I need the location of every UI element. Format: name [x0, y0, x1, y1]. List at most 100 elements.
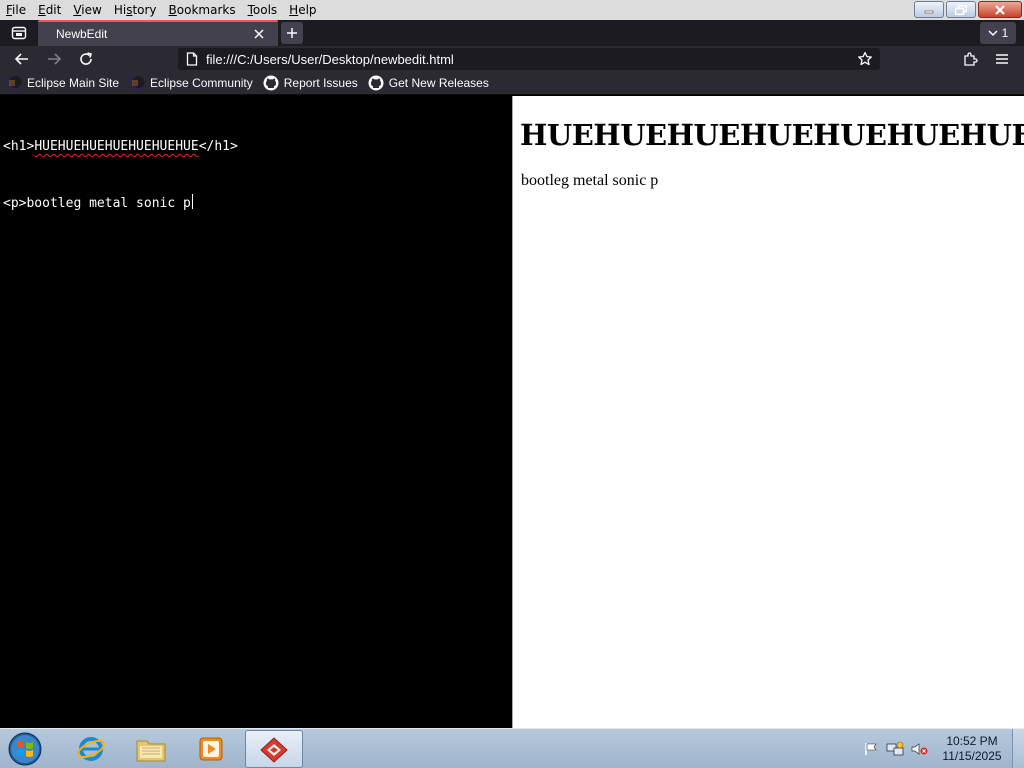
windows-start-orb-icon	[8, 732, 42, 766]
close-window-button[interactable]	[978, 1, 1022, 18]
menu-bookmarks[interactable]: Bookmarks	[163, 0, 242, 20]
tab-close-button[interactable]	[248, 23, 270, 45]
menu-bar: File Edit View History Bookmarks Tools H…	[0, 0, 323, 20]
menu-tools-label: ools	[252, 3, 278, 17]
start-button[interactable]	[5, 730, 45, 768]
firefox-view-button[interactable]	[8, 23, 30, 43]
title-menu-bar: File Edit View History Bookmarks Tools H…	[0, 0, 1024, 20]
github-icon	[368, 75, 384, 91]
restore-button[interactable]	[946, 1, 976, 18]
media-player-icon	[199, 737, 223, 761]
system-tray: 10:52 PM 11/15/2025	[860, 729, 1024, 768]
menu-help[interactable]: Help	[283, 0, 322, 20]
reload-icon	[80, 52, 92, 65]
url-text: file:///C:/Users/User/Desktop/newbedit.h…	[206, 51, 454, 67]
plus-icon	[287, 28, 297, 38]
menu-history[interactable]: History	[108, 0, 163, 20]
menu-tools[interactable]: Tools	[242, 0, 284, 20]
menu-history-pre: Hi	[113, 3, 127, 17]
menu-edit-accel: E	[38, 3, 46, 17]
menu-bookmarks-label: ookmarks	[176, 3, 236, 17]
clock-time: 10:52 PM	[946, 734, 998, 748]
bookmark-label: Eclipse Community	[150, 76, 253, 90]
bookmark-eclipse-community[interactable]: Eclipse Community	[129, 73, 253, 93]
system-clock[interactable]: 10:52 PM 11/15/2025	[932, 734, 1012, 764]
preview-heading: HUEHUEHUEHUEHUEHUEHUE	[520, 118, 1024, 152]
extensions-button[interactable]	[958, 48, 982, 70]
list-all-tabs-button[interactable]: 1	[980, 22, 1016, 44]
bookmark-eclipse-main-site[interactable]: Eclipse Main Site	[6, 73, 119, 93]
tab-count: 1	[1001, 26, 1009, 40]
menu-file-label: ile	[12, 3, 27, 17]
menu-help-accel: H	[289, 3, 299, 17]
github-icon	[263, 75, 279, 91]
clock-date: 11/15/2025	[942, 749, 1002, 763]
internet-explorer-icon	[77, 737, 105, 761]
close-icon	[254, 29, 264, 39]
taskbar-internet-explorer[interactable]	[62, 730, 120, 768]
menu-history-label: tory	[132, 3, 157, 17]
h1-content-text: HUEHUEHUEHUEHUEHUEHUE	[34, 139, 199, 154]
menu-edit-label: dit	[45, 3, 62, 17]
bookmarks-toolbar: Eclipse Main Site Eclipse Community Repo…	[0, 72, 1024, 95]
back-arrow-icon	[14, 53, 28, 65]
app-menu-button[interactable]	[990, 48, 1014, 70]
action-center-flag-icon[interactable]	[860, 738, 882, 760]
code-editor[interactable]: <h1>HUEHUEHUEHUEHUEHUEHUE</h1> <p>bootle…	[0, 96, 512, 728]
menu-bookmarks-accel: B	[168, 3, 177, 17]
editor-line-2: <p>bootleg metal sonic p	[3, 194, 509, 213]
reload-button[interactable]	[74, 48, 98, 70]
tab-title: NewbEdit	[56, 27, 108, 41]
taskbar-active-app[interactable]	[245, 730, 303, 768]
url-bar[interactable]: file:///C:/Users/User/Desktop/newbedit.h…	[178, 48, 880, 70]
show-desktop-button[interactable]	[1012, 729, 1024, 768]
navigation-bar: file:///C:/Users/User/Desktop/newbedit.h…	[0, 46, 1024, 72]
tab-newbedit[interactable]: NewbEdit	[38, 20, 278, 46]
paragraph-source-text: <p>bootleg metal sonic p	[3, 196, 191, 211]
h1-close-tag: </h1>	[198, 139, 238, 154]
folder-icon	[136, 740, 166, 762]
h1-open-tag: <h1>	[3, 139, 35, 154]
menu-view-label: iew	[81, 3, 102, 17]
live-preview-pane: HUEHUEHUEHUEHUEHUEHUE bootleg metal soni…	[512, 96, 1024, 728]
preview-paragraph: bootleg metal sonic p	[521, 172, 659, 189]
text-caret	[191, 194, 193, 209]
desktop-screen: File Edit View History Bookmarks Tools H…	[0, 0, 1024, 768]
menu-help-label: elp	[298, 3, 317, 17]
bookmark-get-new-releases[interactable]: Get New Releases	[368, 73, 489, 93]
minimize-button[interactable]	[914, 1, 944, 18]
menu-edit[interactable]: Edit	[32, 0, 67, 20]
forward-button[interactable]	[42, 48, 66, 70]
editor-line-1: <h1>HUEHUEHUEHUEHUEHUEHUE</h1>	[3, 137, 509, 156]
eclipse-icon	[6, 75, 22, 91]
bookmark-label: Eclipse Main Site	[27, 76, 120, 90]
tab-strip: NewbEdit 1	[0, 20, 1024, 46]
menu-file[interactable]: File	[0, 0, 32, 20]
eclipse-icon	[129, 75, 145, 91]
minimize-icon	[924, 10, 934, 13]
chevron-down-icon	[988, 30, 998, 37]
volume-muted-icon[interactable]	[908, 738, 930, 760]
taskbar-media-player[interactable]	[182, 730, 240, 768]
bookmark-label: Report Issues	[283, 76, 358, 90]
network-icon[interactable]	[884, 738, 906, 760]
star-icon	[858, 51, 872, 66]
forward-arrow-icon	[48, 53, 62, 65]
hamburger-menu-icon	[996, 54, 1008, 64]
new-tab-button[interactable]	[281, 22, 303, 44]
app-logo-icon	[260, 737, 288, 763]
editor-textarea[interactable]: <h1>HUEHUEHUEHUEHUEHUEHUE</h1> <p>bootle…	[0, 96, 512, 254]
bookmark-report-issues[interactable]: Report Issues	[263, 73, 358, 93]
windows-taskbar: 10:52 PM 11/15/2025	[0, 728, 1024, 768]
window-controls	[914, 1, 1022, 18]
firefox-view-icon	[11, 26, 27, 40]
bookmark-star-button[interactable]	[854, 48, 876, 70]
back-button[interactable]	[10, 48, 34, 70]
menu-view[interactable]: View	[67, 0, 107, 20]
page-file-icon	[184, 51, 200, 67]
puzzle-icon	[964, 52, 978, 66]
close-icon	[995, 4, 1005, 15]
taskbar-file-explorer[interactable]	[122, 730, 180, 768]
restore-icon	[955, 4, 967, 15]
bookmark-label: Get New Releases	[388, 76, 489, 90]
